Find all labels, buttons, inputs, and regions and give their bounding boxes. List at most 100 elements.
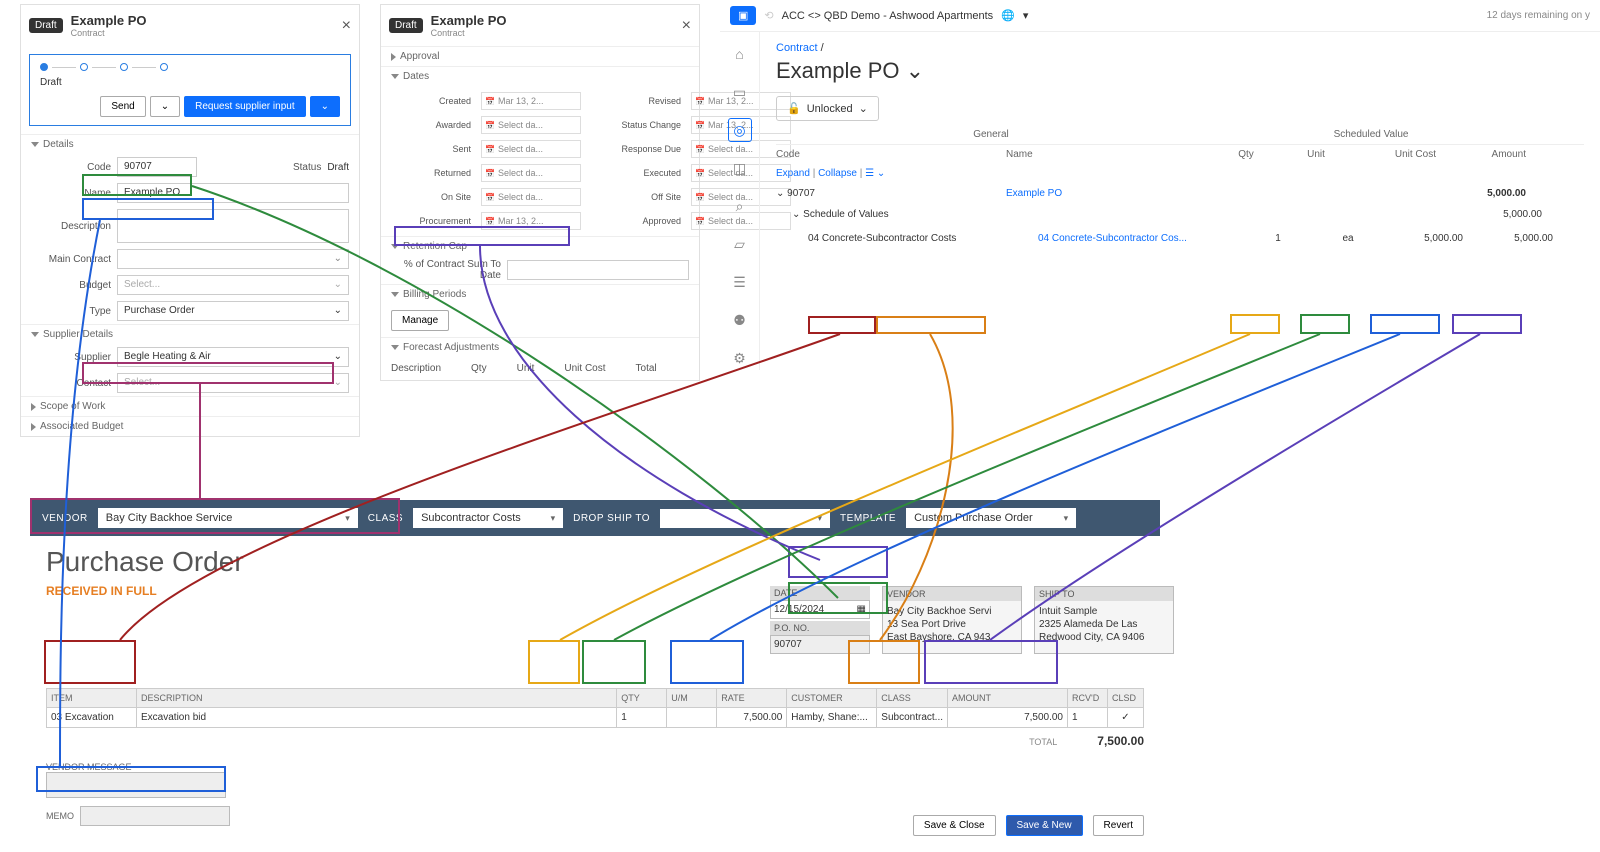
search-icon[interactable]: ⌕ xyxy=(728,194,752,218)
returned-label: Returned xyxy=(391,168,471,178)
th-um: U/M xyxy=(667,689,717,708)
users-icon[interactable]: ⚉ xyxy=(728,308,752,332)
send-dropdown[interactable]: ⌄ xyxy=(150,96,180,117)
manage-button[interactable]: Manage xyxy=(391,310,449,331)
sent-input[interactable]: Select da... xyxy=(481,140,581,158)
td-class[interactable]: Subcontract... xyxy=(877,708,948,728)
shipto-card: SHIP TO Intuit Sample2325 Alameda De Las… xyxy=(1034,586,1174,654)
budget-select[interactable]: Select...⌄ xyxy=(117,275,349,295)
qty-col: Qty xyxy=(1216,149,1276,160)
revert-button[interactable]: Revert xyxy=(1093,815,1144,836)
td-amt[interactable]: 7,500.00 xyxy=(948,708,1068,728)
settings-icon[interactable]: ⚙ xyxy=(728,346,752,370)
save-new-button[interactable]: Save & New xyxy=(1006,815,1083,836)
created-input[interactable]: Mar 13, 2... xyxy=(481,92,581,110)
request-dropdown[interactable]: ⌄ xyxy=(310,96,340,117)
sov-label[interactable]: ⌄ Schedule of Values xyxy=(792,209,1012,220)
assoc-budget-section[interactable]: Associated Budget xyxy=(21,416,359,436)
row-code[interactable]: ⌄ 90707 xyxy=(776,188,996,199)
vmsg-input[interactable] xyxy=(46,772,226,798)
proc-input[interactable]: Mar 13, 2... xyxy=(481,212,581,230)
table-row[interactable]: 03 Excavation Excavation bid 1 7,500.00 … xyxy=(47,708,1144,728)
onsite-label: On Site xyxy=(391,192,471,202)
close-icon-2[interactable]: × xyxy=(682,17,691,35)
contract-icon[interactable]: ◎ xyxy=(728,118,752,142)
td-um[interactable] xyxy=(667,708,717,728)
td-clsd[interactable]: ✓ xyxy=(1108,708,1144,728)
chart-icon[interactable]: ◫ xyxy=(728,156,752,180)
table-row-po: ⌄ 90707 Example PO 5,000.00 xyxy=(776,183,1584,204)
item-uc[interactable]: 5,000.00 xyxy=(1388,230,1468,247)
scope-section[interactable]: Scope of Work xyxy=(21,396,359,416)
list-icon[interactable]: ☰ xyxy=(728,270,752,294)
respdue-label: Response Due xyxy=(591,144,681,154)
type-select[interactable]: Purchase Order⌄ xyxy=(117,301,349,321)
app-icon[interactable]: ▣ xyxy=(730,6,756,25)
row-name[interactable]: Example PO xyxy=(1006,188,1206,199)
wallet-icon[interactable]: ▭ xyxy=(728,80,752,104)
td-cust[interactable]: Hamby, Shane:... xyxy=(787,708,877,728)
title-dropdown-icon[interactable]: ⌄ xyxy=(906,58,924,83)
onsite-input[interactable]: Select da... xyxy=(481,188,581,206)
dropdown-icon[interactable]: ▾ xyxy=(1023,9,1029,22)
home-icon[interactable]: ⌂ xyxy=(728,42,752,66)
td-item[interactable]: 03 Excavation xyxy=(47,708,137,728)
chevron-down-icon xyxy=(391,345,399,350)
details-section[interactable]: Details xyxy=(21,134,359,154)
class-select[interactable]: Subcontractor Costs▾ xyxy=(413,508,563,528)
save-close-button[interactable]: Save & Close xyxy=(913,815,996,836)
billing-section[interactable]: Billing Periods xyxy=(381,284,699,304)
calendar-icon xyxy=(695,192,705,202)
project-name[interactable]: ACC <> QBD Demo - Ashwood Apartments xyxy=(782,10,994,22)
pono-value[interactable]: 90707 xyxy=(770,635,870,654)
chevron-right-icon xyxy=(31,423,36,431)
th-amt: AMOUNT xyxy=(948,689,1068,708)
code-input[interactable]: 90707 xyxy=(117,157,197,177)
item-code: 04 Concrete-Subcontractor Costs xyxy=(808,233,1028,244)
row-amount: 5,000.00 xyxy=(1446,188,1526,199)
supplier-section[interactable]: Supplier Details xyxy=(21,324,359,344)
close-icon[interactable]: × xyxy=(342,17,351,35)
pct-label: % of Contract Sum To Date xyxy=(391,259,501,281)
supplier-select[interactable]: Begle Heating & Air⌄ xyxy=(117,347,349,367)
name-input[interactable]: Example PO xyxy=(117,183,349,203)
td-rate[interactable]: 7,500.00 xyxy=(717,708,787,728)
dates-section[interactable]: Dates xyxy=(381,66,699,86)
retention-section[interactable]: Retention Cap xyxy=(381,236,699,256)
back-icon[interactable]: ⟲ xyxy=(764,9,773,22)
name-col: Name xyxy=(1006,149,1206,160)
breadcrumb-contract[interactable]: Contract xyxy=(776,42,818,54)
send-button[interactable]: Send xyxy=(100,96,145,117)
memo-label: MEMO xyxy=(46,811,74,821)
memo-input[interactable] xyxy=(80,806,230,826)
forecast-section[interactable]: Forecast Adjustments xyxy=(381,337,699,357)
tmpl-select[interactable]: Custom Purchase Order▾ xyxy=(906,508,1076,528)
vendor-select[interactable]: Bay City Backhoe Service▾ xyxy=(98,508,358,528)
item-name[interactable]: 04 Concrete-Subcontractor Cos... xyxy=(1038,233,1238,244)
expand-link[interactable]: Expand xyxy=(776,168,810,179)
date-input[interactable]: 12/15/2024▦ xyxy=(770,600,870,619)
list-toggle-icon[interactable]: ☰ ⌄ xyxy=(865,168,885,179)
approval-section[interactable]: Approval xyxy=(381,46,699,66)
main-contract-select[interactable]: ⌄ xyxy=(117,249,349,269)
lock-button[interactable]: 🔓Unlocked⌄ xyxy=(776,96,879,121)
returned-input[interactable]: Select da... xyxy=(481,164,581,182)
expand-collapse-row: Expand | Collapse | ☰ ⌄ xyxy=(776,164,1584,183)
globe-icon[interactable]: 🌐 xyxy=(1001,9,1015,22)
contact-select[interactable]: Select...⌄ xyxy=(117,373,349,393)
desc-input[interactable] xyxy=(117,209,349,243)
item-qty[interactable]: 1 xyxy=(1248,230,1308,247)
offsite-label: Off Site xyxy=(591,192,681,202)
class-label: CLASS xyxy=(368,513,403,524)
type-label: Type xyxy=(31,306,111,317)
td-desc[interactable]: Excavation bid xyxy=(137,708,617,728)
item-unit[interactable]: ea xyxy=(1318,230,1378,247)
awarded-input[interactable]: Select da... xyxy=(481,116,581,134)
td-qty[interactable]: 1 xyxy=(617,708,667,728)
request-supplier-button[interactable]: Request supplier input xyxy=(184,96,306,117)
trial-text: 12 days remaining on y xyxy=(1487,10,1590,21)
drop-select[interactable]: ▾ xyxy=(660,509,830,528)
collapse-link[interactable]: Collapse xyxy=(818,168,857,179)
pct-input[interactable] xyxy=(507,260,689,280)
file-icon[interactable]: ▱ xyxy=(728,232,752,256)
